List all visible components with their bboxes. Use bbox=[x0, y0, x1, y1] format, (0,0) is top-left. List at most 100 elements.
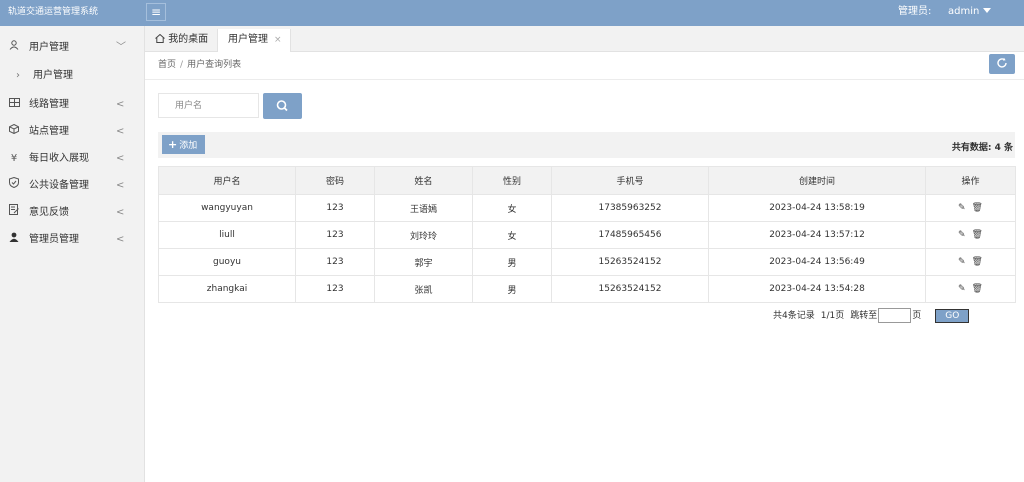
trash-icon[interactable]: 🗑 bbox=[972, 284, 983, 294]
sidebar-item-daily-income[interactable]: ¥ 每日收入展现 < bbox=[0, 145, 145, 172]
header-divider bbox=[145, 79, 1024, 80]
cell-gender: 男 bbox=[472, 248, 552, 276]
chevron-right-icon: › bbox=[16, 70, 20, 81]
cell-password: 123 bbox=[295, 221, 375, 249]
refresh-button[interactable] bbox=[989, 54, 1015, 74]
cell-password: 123 bbox=[295, 194, 375, 222]
admin-user-dropdown[interactable]: admin bbox=[948, 0, 992, 24]
chevron-left-icon: < bbox=[116, 207, 125, 218]
yen-icon: ¥ bbox=[10, 153, 18, 164]
sidebar-item-station-management[interactable]: 站点管理 < bbox=[0, 118, 145, 145]
add-button[interactable]: + 添加 bbox=[162, 135, 205, 154]
admin-label: 管理员: bbox=[898, 6, 932, 17]
top-header: 轨道交通运营管理系统 ≡ 管理员: admin bbox=[0, 0, 1024, 26]
column-header: 密码 bbox=[295, 166, 375, 195]
user-icon bbox=[8, 34, 20, 61]
admin-username: admin bbox=[948, 6, 980, 17]
shield-icon bbox=[8, 172, 20, 199]
cell-created-at: 2023-04-24 13:56:49 bbox=[708, 248, 926, 276]
chevron-left-icon: < bbox=[116, 180, 125, 191]
table-row: liull 123 刘玲玲 女 17485965456 2023-04-24 1… bbox=[158, 221, 1016, 249]
close-icon[interactable]: × bbox=[274, 29, 282, 51]
cell-username: zhangkai bbox=[158, 275, 296, 303]
cell-actions: ✎ 🗑 bbox=[925, 248, 1016, 276]
sidebar: 用户管理 ﹀ › 用户管理 线路管理 < 站点管理 < ¥ 每日收入展现 < 公… bbox=[0, 26, 145, 482]
menu-toggle-button[interactable]: ≡ bbox=[146, 3, 166, 21]
cell-created-at: 2023-04-24 13:58:19 bbox=[708, 194, 926, 222]
tab-user-management[interactable]: 用户管理 × bbox=[217, 29, 291, 52]
chevron-left-icon: < bbox=[116, 126, 125, 137]
sidebar-subitem-user-management[interactable]: › 用户管理 bbox=[0, 62, 145, 89]
cell-password: 123 bbox=[295, 248, 375, 276]
sidebar-item-label: 线路管理 bbox=[29, 99, 69, 110]
cell-phone: 17385963252 bbox=[551, 194, 709, 222]
column-header: 手机号 bbox=[551, 166, 709, 195]
feedback-icon bbox=[8, 199, 20, 226]
cell-username: liull bbox=[158, 221, 296, 249]
breadcrumb-separator: / bbox=[180, 60, 184, 70]
trash-icon[interactable]: 🗑 bbox=[972, 230, 983, 240]
cell-created-at: 2023-04-24 13:57:12 bbox=[708, 221, 926, 249]
cell-actions: ✎ 🗑 bbox=[925, 221, 1016, 249]
go-button[interactable]: GO bbox=[935, 308, 970, 323]
chevron-left-icon: < bbox=[116, 153, 125, 164]
edit-icon[interactable]: ✎ bbox=[958, 203, 966, 213]
cell-username: wangyuyan bbox=[158, 194, 296, 222]
cell-gender: 女 bbox=[472, 221, 552, 249]
cell-username: guoyu bbox=[158, 248, 296, 276]
tab-label: 用户管理 bbox=[228, 34, 268, 45]
search-button[interactable] bbox=[263, 93, 302, 119]
table-row: zhangkai 123 张凯 男 15263524152 2023-04-24… bbox=[158, 275, 1016, 303]
plus-icon: + bbox=[168, 138, 178, 151]
search-icon bbox=[276, 100, 288, 112]
sidebar-item-label: 每日收入展现 bbox=[29, 153, 89, 164]
caret-down-icon bbox=[983, 8, 992, 13]
pagination-jump-label: 跳转至 bbox=[850, 311, 878, 321]
table-row: guoyu 123 郭宇 男 15263524152 2023-04-24 13… bbox=[158, 248, 1016, 276]
sidebar-item-user-management[interactable]: 用户管理 ﹀ bbox=[0, 34, 145, 61]
column-header: 操作 bbox=[925, 166, 1016, 195]
column-header: 性别 bbox=[472, 166, 552, 195]
user-table: 用户名 密码 姓名 性别 手机号 创建时间 操作 wangyuyan 123 王… bbox=[158, 166, 1016, 303]
trash-icon[interactable]: 🗑 bbox=[972, 257, 983, 267]
tab-bar: 我的桌面 用户管理 × bbox=[145, 26, 1024, 52]
edit-icon[interactable]: ✎ bbox=[958, 230, 966, 240]
cell-name: 刘玲玲 bbox=[374, 221, 473, 249]
sidebar-item-label: 公共设备管理 bbox=[29, 180, 89, 191]
table-row: wangyuyan 123 王语嫣 女 17385963252 2023-04-… bbox=[158, 194, 1016, 222]
cell-name: 郭宇 bbox=[374, 248, 473, 276]
sidebar-item-admin-management[interactable]: 管理员管理 < bbox=[0, 226, 145, 253]
home-icon bbox=[155, 33, 168, 45]
table-toolbar: + 添加 共有数据: 4 条 bbox=[158, 132, 1015, 158]
cell-name: 王语嫣 bbox=[374, 194, 473, 222]
column-header: 姓名 bbox=[374, 166, 473, 195]
breadcrumb-home[interactable]: 首页 bbox=[158, 60, 176, 70]
edit-icon[interactable]: ✎ bbox=[958, 257, 966, 267]
sidebar-item-public-equipment[interactable]: 公共设备管理 < bbox=[0, 172, 145, 199]
sidebar-item-label: 管理员管理 bbox=[29, 234, 79, 245]
edit-icon[interactable]: ✎ bbox=[958, 284, 966, 294]
chevron-left-icon: < bbox=[116, 99, 125, 110]
station-icon bbox=[8, 118, 20, 145]
app-title: 轨道交通运营管理系统 bbox=[8, 7, 99, 17]
username-search-input[interactable] bbox=[158, 93, 259, 118]
sidebar-subitem-label: 用户管理 bbox=[33, 70, 73, 81]
tab-my-desktop[interactable]: 我的桌面 bbox=[145, 29, 217, 52]
tab-label: 我的桌面 bbox=[168, 34, 209, 45]
cell-phone: 17485965456 bbox=[551, 221, 709, 249]
column-header: 创建时间 bbox=[708, 166, 926, 195]
pagination-page-suffix: 页 bbox=[912, 311, 922, 321]
pagination-pages: 1/1页 bbox=[820, 311, 845, 321]
trash-icon[interactable]: 🗑 bbox=[972, 203, 983, 213]
total-count: 共有数据: 4 条 bbox=[951, 143, 1013, 153]
sidebar-item-label: 用户管理 bbox=[29, 42, 69, 53]
sidebar-item-feedback[interactable]: 意见反馈 < bbox=[0, 199, 145, 226]
chevron-left-icon: < bbox=[116, 234, 125, 245]
cell-name: 张凯 bbox=[374, 275, 473, 303]
sidebar-item-route-management[interactable]: 线路管理 < bbox=[0, 91, 145, 118]
hamburger-icon: ≡ bbox=[150, 5, 162, 19]
pagination: 共4条记录 1/1页 跳转至 页 GO bbox=[773, 308, 970, 324]
page-number-input[interactable] bbox=[878, 308, 912, 323]
cell-password: 123 bbox=[295, 275, 375, 303]
refresh-icon bbox=[997, 57, 1007, 68]
